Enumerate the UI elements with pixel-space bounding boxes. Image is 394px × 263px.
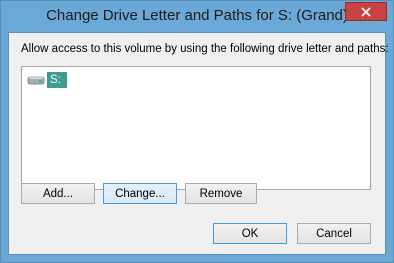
- window-title: Change Drive Letter and Paths for S: (Gr…: [46, 7, 348, 24]
- add-button[interactable]: Add...: [21, 183, 95, 204]
- close-button[interactable]: [345, 2, 387, 21]
- dialog-window: Change Drive Letter and Paths for S: (Gr…: [0, 0, 394, 263]
- cancel-button[interactable]: Cancel: [297, 223, 371, 244]
- close-icon: [361, 7, 371, 17]
- dialog-body: Allow access to this volume by using the…: [8, 32, 389, 255]
- ok-button[interactable]: OK: [213, 223, 287, 244]
- remove-button[interactable]: Remove: [185, 183, 257, 204]
- change-button[interactable]: Change...: [103, 183, 177, 204]
- title-bar[interactable]: Change Drive Letter and Paths for S: (Gr…: [1, 1, 393, 32]
- drive-icon: [27, 76, 45, 85]
- list-item[interactable]: S:: [27, 72, 67, 88]
- paths-listbox[interactable]: S:: [21, 66, 371, 190]
- description-text: Allow access to this volume by using the…: [21, 43, 389, 55]
- drive-letter-label: S:: [47, 72, 67, 88]
